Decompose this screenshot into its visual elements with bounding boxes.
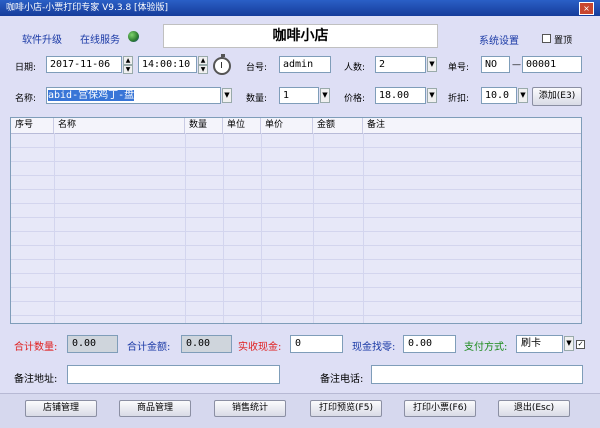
globe-icon: [128, 31, 139, 42]
col-header-unit-price[interactable]: 单价: [261, 118, 313, 133]
qty-label: 数量:: [246, 94, 268, 104]
total-qty-value: 0.00: [67, 335, 118, 353]
discount-dropdown-icon[interactable]: ▼: [518, 88, 528, 103]
remark-phone-label: 备注电话:: [320, 374, 364, 385]
payment-check-icon[interactable]: ✓: [576, 340, 585, 349]
col-header-amount[interactable]: 金额: [313, 118, 363, 133]
col-header-remark[interactable]: 备注: [363, 118, 581, 133]
close-icon[interactable]: ×: [579, 2, 594, 15]
grid-row-line: [11, 245, 581, 246]
order-label: 单号:: [448, 63, 470, 73]
table-field[interactable]: admin: [279, 56, 331, 73]
qty-dropdown-icon[interactable]: ▼: [320, 88, 330, 103]
total-amount-value: 0.00: [181, 335, 232, 353]
goods-management-button[interactable]: 商品管理: [119, 400, 191, 417]
grid-row-line: [11, 315, 581, 316]
col-header-name[interactable]: 名称: [54, 118, 185, 133]
grid-row-line: [11, 189, 581, 190]
people-field[interactable]: 2: [375, 56, 426, 73]
date-spin-down-icon[interactable]: ▼: [123, 65, 133, 74]
total-amount-label: 合计金额:: [127, 342, 171, 353]
payment-method-select[interactable]: 刷卡: [516, 335, 563, 353]
system-settings-link[interactable]: 系统设置: [479, 32, 519, 47]
upgrade-link[interactable]: 软件升级: [22, 31, 62, 46]
cash-received-field[interactable]: 0: [290, 335, 343, 353]
product-name-text: abid-宫保鸡丁-盘: [48, 90, 135, 101]
stopwatch-icon[interactable]: [213, 54, 231, 75]
discount-field[interactable]: 10.0: [481, 87, 517, 104]
add-item-button[interactable]: 添加(E3): [532, 87, 582, 106]
online-service-link[interactable]: 在线服务: [80, 31, 120, 46]
col-header-seq[interactable]: 序号: [11, 118, 54, 133]
print-preview-button[interactable]: 打印预览(F5): [310, 400, 382, 417]
people-label: 人数:: [344, 63, 366, 73]
product-name-dropdown-icon[interactable]: ▼: [222, 88, 232, 103]
grid-row-line: [11, 217, 581, 218]
grid-row-line: [11, 259, 581, 260]
grid-row-line: [11, 287, 581, 288]
name-label: 名称:: [15, 94, 37, 104]
col-header-qty[interactable]: 数量: [185, 118, 223, 133]
grid-row-line: [11, 161, 581, 162]
product-name-field[interactable]: abid-宫保鸡丁-盘: [46, 87, 221, 104]
date-label: 日期:: [15, 63, 37, 73]
order-dash: —: [512, 60, 521, 70]
title-bar: 咖啡小店-小票打印专家 V9.3.8 [体验版] ×: [0, 0, 600, 16]
price-dropdown-icon[interactable]: ▼: [427, 88, 437, 103]
order-number-field[interactable]: 00001: [522, 56, 582, 73]
date-spin-up-icon[interactable]: ▲: [123, 56, 133, 65]
total-qty-label: 合计数量:: [14, 342, 58, 353]
remark-phone-field[interactable]: [371, 365, 583, 384]
grid-row-line: [11, 301, 581, 302]
col-header-unit[interactable]: 单位: [223, 118, 261, 133]
sales-stats-button[interactable]: 销售统计: [214, 400, 286, 417]
date-field[interactable]: 2017-11-06: [46, 56, 122, 73]
main-window: 咖啡小店-小票打印专家 V9.3.8 [体验版] × 软件升级 在线服务 咖啡小…: [0, 0, 600, 428]
payment-method-label: 支付方式:: [464, 342, 508, 353]
remark-address-label: 备注地址:: [14, 374, 58, 385]
grid-row-line: [11, 231, 581, 232]
grid-row-line: [11, 147, 581, 148]
exit-button[interactable]: 退出(Esc): [498, 400, 570, 417]
order-items-grid[interactable]: 序号 名称 数量 单位 单价 金额 备注: [10, 117, 582, 324]
topmost-checkbox[interactable]: [542, 34, 551, 43]
grid-row-line: [11, 175, 581, 176]
window-title: 咖啡小店-小票打印专家 V9.3.8 [体验版]: [6, 3, 169, 13]
cash-change-label: 现金找零:: [352, 342, 396, 353]
grid-row-line: [11, 203, 581, 204]
price-label: 价格:: [344, 94, 366, 104]
payment-dropdown-icon[interactable]: ▼: [564, 336, 574, 351]
people-dropdown-icon[interactable]: ▼: [427, 57, 437, 72]
table-label: 台号:: [246, 63, 268, 73]
grid-header: 序号 名称 数量 单位 单价 金额 备注: [11, 118, 581, 134]
print-ticket-button[interactable]: 打印小票(F6): [404, 400, 476, 417]
remark-address-field[interactable]: [67, 365, 280, 384]
store-management-button[interactable]: 店铺管理: [25, 400, 97, 417]
cash-received-label: 实收现金:: [238, 342, 282, 353]
topmost-label: 置顶: [554, 36, 573, 46]
cash-change-field[interactable]: 0.00: [403, 335, 456, 353]
time-spin-down-icon[interactable]: ▼: [198, 65, 208, 74]
order-prefix-field[interactable]: NO: [481, 56, 510, 73]
discount-label: 折扣:: [448, 94, 470, 104]
qty-field[interactable]: 1: [279, 87, 319, 104]
price-field[interactable]: 18.00: [375, 87, 426, 104]
store-name-box: 咖啡小店: [163, 24, 438, 48]
time-spin-up-icon[interactable]: ▲: [198, 56, 208, 65]
grid-row-line: [11, 273, 581, 274]
time-field[interactable]: 14:00:10: [138, 56, 197, 73]
